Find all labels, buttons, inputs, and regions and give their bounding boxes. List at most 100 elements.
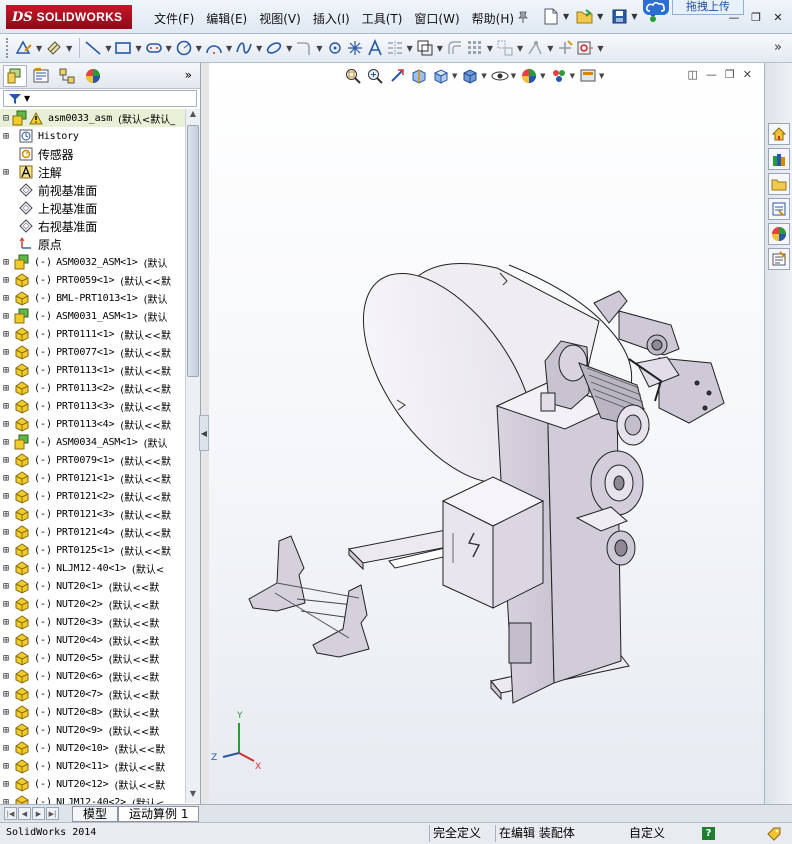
tree-item[interactable]: 前视基准面 (0, 181, 185, 199)
menu-tools[interactable]: 工具(T) (356, 9, 409, 28)
chevron-down-icon[interactable]: ▼ (135, 44, 141, 53)
expand-icon[interactable]: ⊞ (0, 397, 12, 415)
chevron-down-icon[interactable]: ▼ (407, 44, 413, 53)
tree-component[interactable]: ⊞ (-) NUT20<1> (默认<<默 (0, 577, 185, 595)
tree-component[interactable]: ⊞ (-) PRT0113<4> (默认<<默 (0, 415, 185, 433)
expand-icon[interactable]: ⊞ (0, 253, 12, 271)
pin-menu-icon[interactable] (516, 10, 530, 24)
close-icon[interactable]: ✕ (770, 10, 786, 24)
chevron-down-icon[interactable]: ▼ (166, 44, 172, 53)
chevron-down-icon[interactable]: ▼ (316, 44, 322, 53)
tree-component[interactable]: ⊞ (-) PRT0125<1> (默认<<默 (0, 541, 185, 559)
tree-component[interactable]: ⊞ (-) PRT0113<1> (默认<<默 (0, 361, 185, 379)
centerline-icon[interactable] (346, 37, 364, 59)
scroll-up-icon[interactable]: ▲ (186, 109, 200, 123)
arc-icon[interactable] (205, 37, 223, 59)
expand-icon[interactable]: ⊞ (0, 631, 12, 649)
rectangle-icon[interactable] (114, 37, 132, 59)
tree-component[interactable]: ⊞ (-) NUT20<11> (默认<<默 (0, 757, 185, 775)
chevron-down-icon[interactable]: ▼ (631, 12, 637, 21)
expand-icon[interactable]: ⊞ (0, 775, 12, 793)
expand-icon[interactable]: ⊞ (0, 469, 12, 487)
graphics-area[interactable]: ▼ ▼ ▼ ▼ ▼ ▼ ◫ — ❐ ✕ Y X Z (209, 63, 764, 804)
smart-dimension-icon[interactable] (45, 37, 63, 59)
next-tab-icon[interactable]: ▶ (32, 807, 45, 820)
minimize-icon[interactable]: — (726, 10, 742, 24)
expand-icon[interactable]: ⊞ (0, 433, 12, 451)
expand-icon[interactable]: ⊞ (0, 793, 12, 805)
display-manager-tab[interactable] (81, 65, 105, 87)
expand-icon[interactable]: ⊞ (0, 325, 12, 343)
tree-item[interactable]: ⊞ History (0, 127, 185, 145)
tree-component[interactable]: ⊞ (-) PRT0121<2> (默认<<默 (0, 487, 185, 505)
restore-icon[interactable]: ❐ (748, 10, 764, 24)
panel-overflow-icon[interactable]: » (185, 68, 192, 82)
tree-component[interactable]: ⊞ (-) PRT0121<4> (默认<<默 (0, 523, 185, 541)
menu-insert[interactable]: 插入(I) (307, 9, 356, 28)
spline-icon[interactable] (235, 37, 253, 59)
menu-edit[interactable]: 编辑(E) (200, 9, 253, 28)
expand-icon[interactable]: ⊞ (0, 559, 12, 577)
tree-item[interactable]: 右视基准面 (0, 217, 185, 235)
repair-sketch-icon[interactable] (556, 37, 574, 59)
menu-view[interactable]: 视图(V) (253, 9, 307, 28)
expand-icon[interactable]: ⊞ (0, 307, 12, 325)
tree-root-assembly[interactable]: ⊟ asm0033_asm (默认<默认_ (0, 109, 185, 127)
convert-entities-icon[interactable] (446, 37, 464, 59)
menu-help[interactable]: 帮助(H) (466, 9, 520, 28)
tree-component[interactable]: ⊞ (-) NUT20<5> (默认<<默 (0, 649, 185, 667)
tree-filter[interactable]: ▼ (3, 90, 197, 107)
tree-component[interactable]: ⊞ (-) ASM0032_ASM<1> (默认 (0, 253, 185, 271)
electric-control-box[interactable] (441, 476, 545, 609)
circle-icon[interactable] (175, 37, 193, 59)
file-explorer-icon[interactable] (768, 173, 790, 195)
expand-icon[interactable]: ⊞ (0, 523, 12, 541)
chevron-down-icon[interactable]: ▼ (286, 44, 292, 53)
scroll-thumb[interactable] (187, 125, 199, 377)
model-render[interactable]: Y X Z (209, 63, 764, 804)
solidworks-resources-icon[interactable] (768, 123, 790, 145)
new-document-icon[interactable] (541, 6, 561, 26)
property-manager-tab[interactable] (29, 65, 53, 87)
mirror-icon[interactable] (386, 37, 404, 59)
slot-icon[interactable] (145, 37, 163, 59)
tag-icon[interactable] (766, 826, 782, 841)
expand-icon[interactable]: ⊞ (0, 757, 12, 775)
chevron-down-icon[interactable]: ▼ (437, 44, 443, 53)
cloud-upload-icon[interactable] (643, 0, 669, 15)
tree-component[interactable]: ⊞ (-) NLJM12-40<2> (默认< (0, 793, 185, 804)
custom-properties-icon[interactable] (768, 248, 790, 270)
expand-icon[interactable]: ⊞ (0, 577, 12, 595)
tree-component[interactable]: ⊞ (-) NUT20<8> (默认<<默 (0, 703, 185, 721)
configuration-manager-tab[interactable] (55, 65, 79, 87)
chevron-down-icon[interactable]: ▼ (66, 44, 72, 53)
tree-component[interactable]: ⊞ (-) NUT20<3> (默认<<默 (0, 613, 185, 631)
expand-icon[interactable]: ⊞ (0, 379, 12, 397)
solidworks-logo[interactable]: DS SOLIDWORKS (6, 5, 132, 29)
tree-item[interactable]: 原点 (0, 235, 185, 253)
expand-icon[interactable]: ⊞ (0, 343, 12, 361)
design-library-icon[interactable] (768, 148, 790, 170)
tree-component[interactable]: ⊞ (-) ASM0031_ASM<1> (默认 (0, 307, 185, 325)
expand-icon[interactable]: ⊞ (0, 595, 12, 613)
tree-component[interactable]: ⊞ (-) PRT0113<2> (默认<<默 (0, 379, 185, 397)
sketch-icon[interactable] (15, 37, 33, 59)
expand-icon[interactable]: ⊞ (0, 703, 12, 721)
tab-model[interactable]: 模型 (72, 806, 119, 822)
appearances-icon[interactable] (768, 223, 790, 245)
tree-component[interactable]: ⊞ (-) NLJM12-40<1> (默认< (0, 559, 185, 577)
offset-icon[interactable] (416, 37, 434, 59)
tree-component[interactable]: ⊞ (-) PRT0121<3> (默认<<默 (0, 505, 185, 523)
point-icon[interactable] (326, 37, 344, 59)
tree-component[interactable]: ⊞ (-) PRT0121<1> (默认<<默 (0, 469, 185, 487)
tree-component[interactable]: ⊞ (-) PRT0111<1> (默认<<默 (0, 325, 185, 343)
chevron-down-icon[interactable]: ▼ (597, 44, 603, 53)
tree-component[interactable]: ⊞ (-) NUT20<6> (默认<<默 (0, 667, 185, 685)
chevron-down-icon[interactable]: ▼ (196, 44, 202, 53)
expand-icon[interactable]: ⊞ (0, 739, 12, 757)
tree-component[interactable]: ⊞ (-) NUT20<2> (默认<<默 (0, 595, 185, 613)
display-relations-icon[interactable] (526, 37, 544, 59)
expand-icon[interactable]: ⊞ (0, 289, 12, 307)
view-palette-icon[interactable] (768, 198, 790, 220)
tree-item[interactable]: 传感器 (0, 145, 185, 163)
